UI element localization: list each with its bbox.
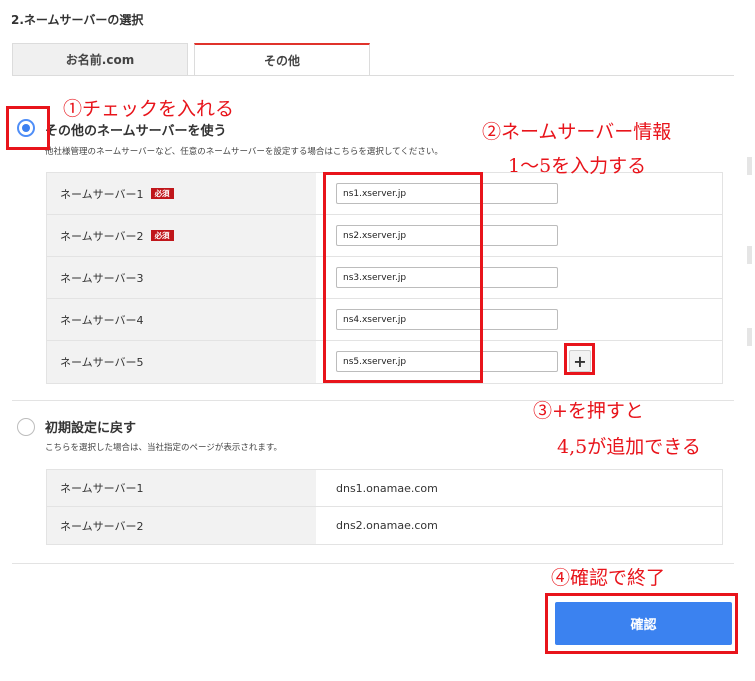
nameserver-label: ネームサーバー4: [60, 313, 144, 327]
annotation-step3-line1: ③+を押すと: [533, 400, 644, 422]
table-row: ネームサーバー2 dns2.onamae.com: [47, 507, 722, 544]
nameserver-label: ネームサーバー5: [60, 356, 144, 369]
annotation-box-plus: [564, 343, 595, 375]
tab-label: その他: [263, 53, 300, 68]
annotation-box-radio: [6, 106, 50, 150]
nameserver-label-cell: ネームサーバー1 必須: [47, 173, 316, 214]
required-badge: 必須: [150, 229, 174, 242]
nameserver-label: ネームサーバー1: [47, 470, 316, 506]
required-badge: 必須: [150, 187, 174, 200]
nameserver-label-cell: ネームサーバー5: [47, 341, 316, 383]
option-default-description: こちらを選択した場合は、当社指定のページが表示されます。: [45, 443, 282, 453]
tab-other[interactable]: その他: [194, 43, 370, 75]
nameserver-value: dns2.onamae.com: [336, 519, 438, 532]
tab-underline: [12, 75, 734, 76]
section-title: 2.ネームサーバーの選択: [11, 13, 144, 27]
option-other-description: 他社様管理のネームサーバーなど、任意のネームサーバーを設定する場合はこちらを選択…: [45, 147, 443, 157]
annotation-step1: ①チェックを入れる: [63, 98, 235, 120]
nameserver-value: dns1.onamae.com: [336, 481, 438, 495]
nameserver-label-cell: ネームサーバー2 必須: [47, 215, 316, 256]
annotation-step3-line2: 4,5が追加できる: [557, 436, 701, 458]
radio-reset-default[interactable]: [17, 418, 35, 436]
tab-onamae[interactable]: お名前.com: [12, 43, 188, 75]
table-row: ネームサーバー1 dns1.onamae.com: [47, 470, 722, 507]
option-other-label[interactable]: その他のネームサーバーを使う: [45, 120, 226, 139]
nameserver-label-cell: ネームサーバー3: [47, 257, 316, 298]
default-nameserver-table: ネームサーバー1 dns1.onamae.com ネームサーバー2 dns2.o…: [46, 469, 723, 545]
annotation-box-inputs: [323, 172, 483, 383]
edge-mark: [747, 328, 752, 346]
annotation-step2-line1: ②ネームサーバー情報: [482, 121, 672, 143]
nameserver-label: ネームサーバー3: [60, 271, 144, 285]
annotation-step4: ④確認で終了: [551, 567, 666, 589]
nameserver-label-cell: ネームサーバー4: [47, 299, 316, 340]
nameserver-label: ネームサーバー2: [60, 229, 144, 243]
edge-mark: [747, 246, 752, 264]
annotation-step2-line2: 1～5を入力する: [508, 155, 647, 177]
nameserver-label: ネームサーバー2: [47, 507, 316, 544]
tab-label: お名前.com: [65, 53, 135, 67]
nameserver-label: ネームサーバー1: [60, 187, 144, 201]
annotation-box-confirm: [545, 593, 738, 654]
edge-mark: [747, 157, 752, 175]
option-default-label[interactable]: 初期設定に戻す: [45, 417, 136, 436]
